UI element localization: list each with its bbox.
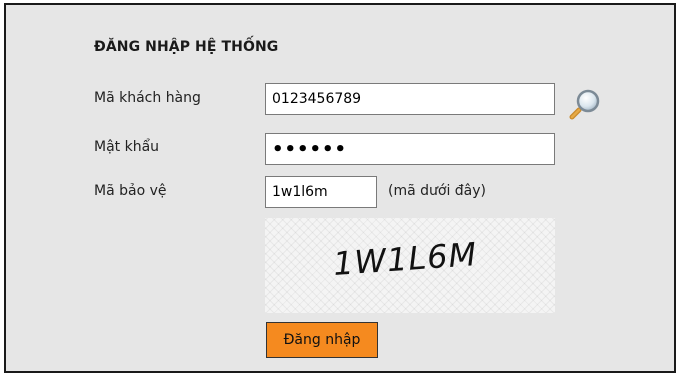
login-button[interactable]: Đăng nhập	[266, 322, 378, 358]
security-code-hint: (mã dưới đây)	[388, 183, 487, 199]
login-title: ĐĂNG NHẬP HỆ THỐNG	[94, 39, 279, 55]
security-code-label: Mã bảo vệ	[94, 183, 167, 199]
customer-code-label: Mã khách hàng	[94, 90, 201, 106]
captcha-image: 1W1L6M	[265, 218, 555, 313]
captcha-text: 1W1L6M	[331, 235, 479, 283]
customer-code-input[interactable]: 0123456789	[265, 83, 555, 115]
password-label: Mật khẩu	[94, 139, 160, 155]
security-code-input[interactable]: 1w1l6m	[265, 176, 377, 208]
password-input[interactable]: ••••••	[265, 133, 555, 165]
search-icon[interactable]	[569, 88, 601, 120]
